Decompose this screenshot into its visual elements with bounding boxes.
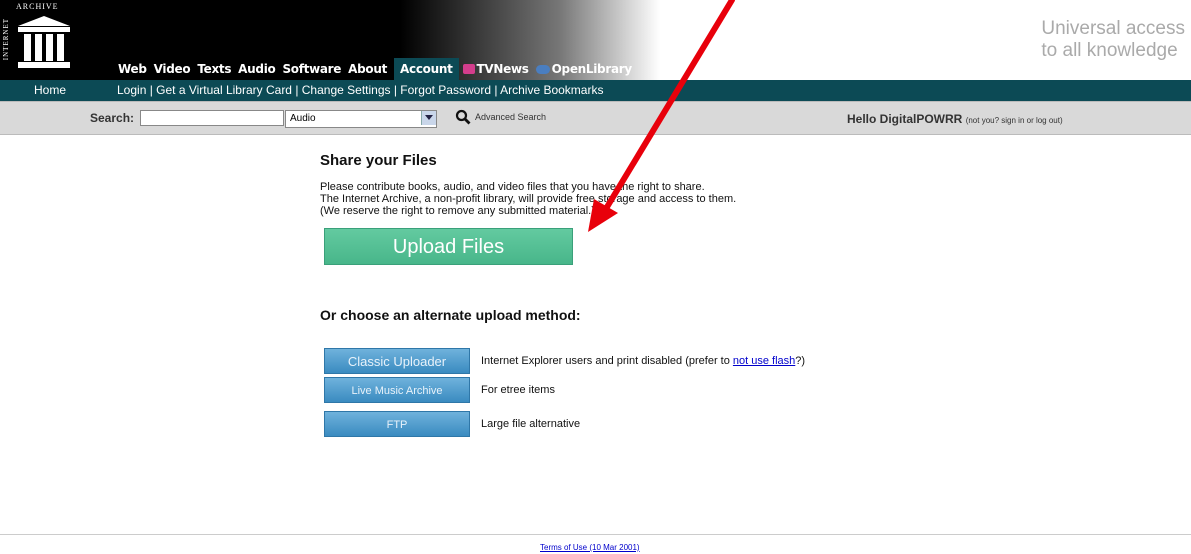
- footer-divider: [0, 534, 1191, 535]
- search-label: Search:: [90, 111, 135, 125]
- account-bar: Home Login | Get a Virtual Library Card …: [0, 80, 1191, 101]
- account-links[interactable]: Login | Get a Virtual Library Card | Cha…: [117, 80, 603, 101]
- live-music-archive-button[interactable]: Live Music Archive: [324, 377, 470, 403]
- hello-user: Hello DigitalPOWRR (not you? sign in or …: [847, 112, 1063, 126]
- ftp-button[interactable]: FTP: [324, 411, 470, 437]
- not-use-flash-link[interactable]: not use flash: [733, 355, 795, 367]
- classic-uploader-description: Internet Explorer users and print disabl…: [481, 355, 805, 367]
- classic-uploader-suffix: ?): [795, 355, 806, 367]
- nav-audio[interactable]: Audio: [238, 62, 280, 80]
- chevron-down-icon[interactable]: [421, 111, 436, 125]
- nav-software[interactable]: Software: [282, 62, 346, 80]
- nav-openlibrary[interactable]: OpenLibrary: [534, 62, 637, 80]
- nav-account[interactable]: Account: [394, 58, 459, 80]
- classic-uploader-text: Internet Explorer users and print disabl…: [481, 355, 733, 367]
- temple-icon: [18, 16, 70, 68]
- live-music-archive-description: For etree items: [481, 384, 555, 396]
- page-title: Share your Files: [320, 152, 437, 169]
- tvnews-label: TVNews: [476, 62, 529, 76]
- tagline-line1: Universal access: [1041, 18, 1185, 39]
- logo-side-text: INTERNET: [2, 18, 10, 61]
- search-input[interactable]: [140, 110, 284, 126]
- description-line-3: (We reserve the right to remove any subm…: [320, 205, 595, 217]
- alternate-upload-heading: Or choose an alternate upload method:: [320, 307, 581, 323]
- top-navigation: Web Video Texts Audio Software About Acc…: [118, 56, 637, 80]
- nav-texts[interactable]: Texts: [197, 62, 236, 80]
- internet-archive-logo[interactable]: INTERNET ARCHIVE: [0, 0, 111, 80]
- logo-top-text: ARCHIVE: [16, 2, 59, 11]
- search-mediatype-select[interactable]: Audio: [285, 110, 437, 128]
- openlibrary-label: OpenLibrary: [551, 62, 633, 76]
- tagline-line2: to all knowledge: [1041, 40, 1178, 61]
- nav-tvnews[interactable]: TVNews: [461, 62, 534, 80]
- open-library-icon: [535, 64, 550, 74]
- tv-icon: [462, 64, 475, 74]
- classic-uploader-button[interactable]: Classic Uploader: [324, 348, 470, 374]
- nav-video[interactable]: Video: [154, 62, 196, 80]
- header: INTERNET ARCHIVE Web Video Texts Audio S…: [0, 0, 1191, 80]
- search-icon[interactable]: [455, 109, 471, 125]
- description-line-2: The Internet Archive, a non-profit libra…: [320, 193, 737, 205]
- search-bar: Search: Audio Advanced Search Hello Digi…: [0, 101, 1191, 135]
- ftp-description: Large file alternative: [481, 418, 581, 430]
- sign-in-log-out-link[interactable]: (not you? sign in or log out): [966, 116, 1063, 125]
- page-description: Please contribute books, audio, and vide…: [320, 181, 840, 217]
- description-line-1: Please contribute books, audio, and vide…: [320, 181, 705, 193]
- tagline: Universal access to all knowledge: [1041, 18, 1185, 62]
- nav-about[interactable]: About: [348, 62, 392, 80]
- terms-of-use-link[interactable]: Terms of Use (10 Mar 2001): [540, 543, 640, 552]
- advanced-search-link[interactable]: Advanced Search: [475, 112, 546, 122]
- search-select-value: Audio: [290, 113, 316, 124]
- hello-user-name: Hello DigitalPOWRR: [847, 112, 963, 126]
- nav-web[interactable]: Web: [118, 62, 152, 80]
- upload-files-button[interactable]: Upload Files: [324, 228, 573, 265]
- home-link[interactable]: Home: [34, 80, 66, 101]
